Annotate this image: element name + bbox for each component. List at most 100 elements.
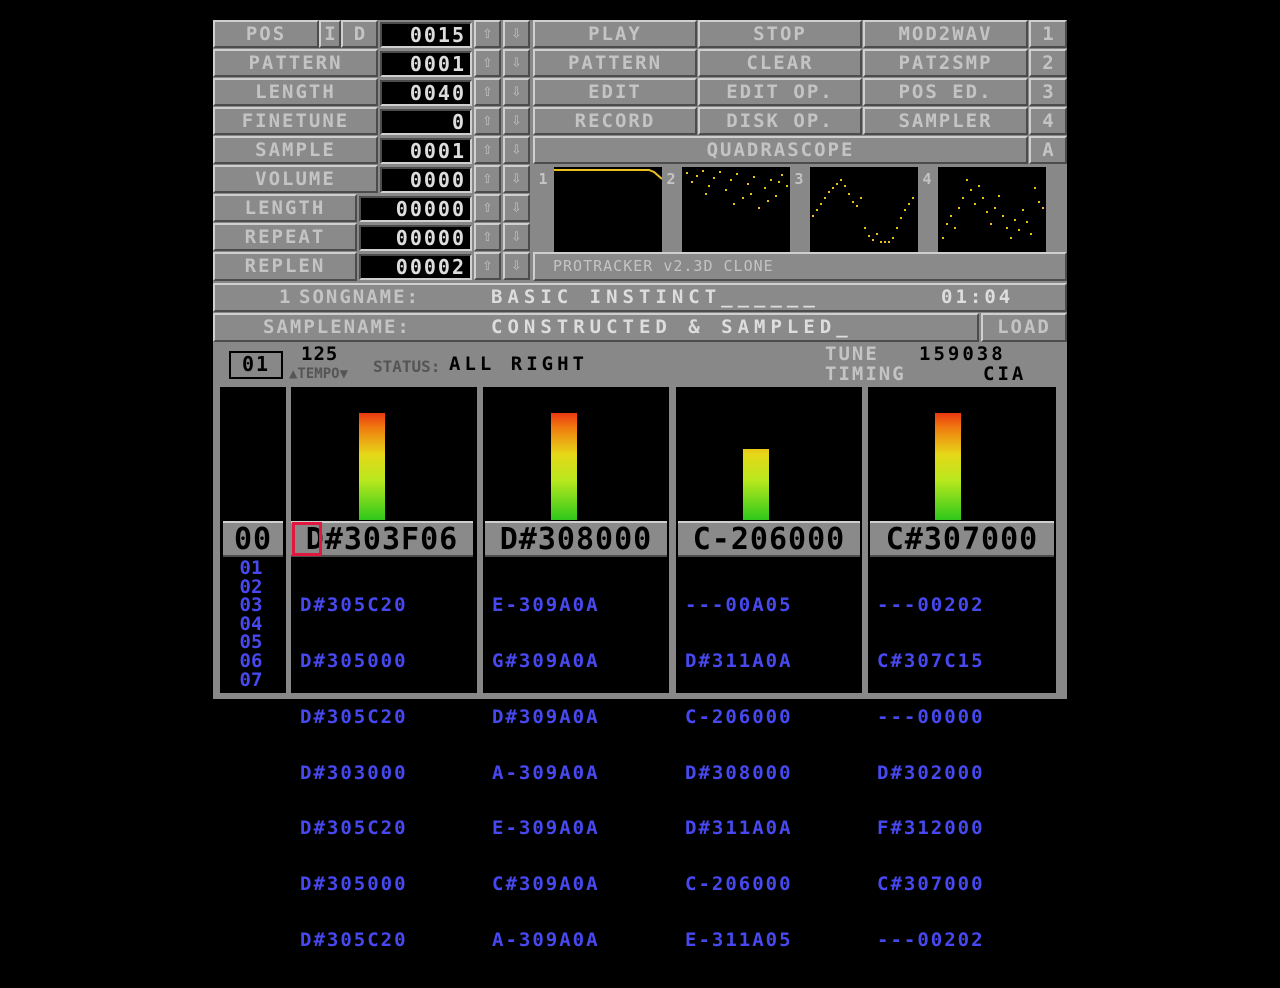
table-row[interactable]: D#302000 bbox=[877, 763, 985, 783]
current-row-channel-2[interactable]: D#308000 bbox=[485, 521, 667, 557]
table-row[interactable]: C#307C15 bbox=[877, 652, 985, 671]
edit-button[interactable]: EDIT bbox=[533, 78, 697, 106]
table-row[interactable]: G#309A0A bbox=[492, 652, 600, 671]
pattern-down-arrow-icon[interactable]: ⇩ bbox=[503, 49, 530, 77]
table-row[interactable]: D#305C20 bbox=[300, 931, 408, 950]
pattern-up-arrow-icon[interactable]: ⇧ bbox=[474, 49, 501, 77]
table-row[interactable]: D#303000 bbox=[300, 763, 408, 783]
table-row[interactable]: C-206000 bbox=[685, 875, 793, 894]
table-row[interactable]: D#305C20 bbox=[300, 596, 408, 615]
length-up-arrow-icon[interactable]: ⇧ bbox=[474, 78, 501, 106]
screen-1-button[interactable]: 1 bbox=[1029, 20, 1067, 48]
finetune-value[interactable]: 0 bbox=[380, 109, 472, 135]
length-value[interactable]: 0040 bbox=[380, 80, 472, 106]
table-row[interactable]: ---00202 bbox=[877, 596, 985, 615]
stop-button[interactable]: STOP bbox=[698, 20, 862, 48]
insert-button[interactable]: I bbox=[319, 20, 341, 48]
play-button[interactable]: PLAY bbox=[533, 20, 697, 48]
edit-op-button[interactable]: EDIT OP. bbox=[698, 78, 862, 106]
samplename-value[interactable]: CONSTRUCTED & SAMPLED_ bbox=[491, 315, 853, 340]
length-label: LENGTH bbox=[213, 78, 378, 106]
repeat-down-arrow-icon[interactable]: ⇩ bbox=[503, 223, 530, 251]
screen-3-button[interactable]: 3 bbox=[1029, 78, 1067, 106]
samplename-label: SAMPLENAME: bbox=[263, 316, 411, 338]
version-banner: PROTRACKER v2.3D CLONE bbox=[533, 252, 1067, 281]
pos-down-arrow-icon[interactable]: ⇩ bbox=[503, 20, 530, 48]
scope-channel-1-label: 1 bbox=[538, 170, 548, 188]
sampler-button[interactable]: SAMPLER bbox=[863, 107, 1028, 135]
load-button[interactable]: LOAD bbox=[981, 313, 1067, 342]
table-row[interactable]: D#305000 bbox=[300, 875, 408, 894]
table-row[interactable]: A-309A0A bbox=[492, 931, 600, 950]
quadrascope-button[interactable]: QUADRASCOPE bbox=[533, 136, 1028, 164]
repeat-value[interactable]: 00000 bbox=[359, 225, 472, 251]
pos-ed-button[interactable]: POS ED. bbox=[863, 78, 1028, 106]
timing-value: CIA bbox=[983, 363, 1027, 385]
songname-value[interactable]: BASIC INSTINCT______ bbox=[491, 285, 820, 310]
table-row[interactable]: D#308000 bbox=[685, 763, 793, 783]
disk-op-button[interactable]: DISK OP. bbox=[698, 107, 862, 135]
row-numbers: 01 02 03 04 05 06 07 bbox=[223, 559, 279, 689]
record-button[interactable]: RECORD bbox=[533, 107, 697, 135]
channel-4-rows[interactable]: ---00202 C#307C15 ---00000 D#302000 F#31… bbox=[877, 559, 985, 987]
screen-4-button[interactable]: 4 bbox=[1029, 107, 1067, 135]
pattern-label: PATTERN bbox=[213, 49, 378, 77]
clear-button[interactable]: CLEAR bbox=[698, 49, 862, 77]
table-row[interactable]: ---00000 bbox=[877, 707, 985, 727]
table-row[interactable]: F#312000 bbox=[877, 819, 985, 838]
finetune-up-arrow-icon[interactable]: ⇧ bbox=[474, 107, 501, 135]
sample-up-arrow-icon[interactable]: ⇧ bbox=[474, 136, 501, 164]
table-row[interactable]: E-309A0A bbox=[492, 819, 600, 838]
quadrascope-toggle-button[interactable]: A bbox=[1029, 136, 1067, 164]
pattern-value[interactable]: 0001 bbox=[380, 51, 472, 77]
tempo-label[interactable]: ▲TEMPO▼ bbox=[289, 362, 348, 387]
vu-meter-2 bbox=[551, 413, 577, 520]
screen-2-button[interactable]: 2 bbox=[1029, 49, 1067, 77]
pattern-play-button[interactable]: PATTERN bbox=[533, 49, 697, 77]
pat2smp-button[interactable]: PAT2SMP bbox=[863, 49, 1028, 77]
row-number: 03 bbox=[239, 594, 263, 617]
scope-channel-4-label: 4 bbox=[922, 170, 932, 188]
octave-value[interactable]: 01 bbox=[229, 351, 283, 379]
table-row[interactable]: E-309A0A bbox=[492, 596, 600, 615]
delete-button[interactable]: D bbox=[341, 20, 378, 48]
replen-up-arrow-icon[interactable]: ⇧ bbox=[474, 252, 501, 280]
channel-3-rows[interactable]: ---00A05 D#311A0A C-206000 D#308000 D#31… bbox=[685, 559, 793, 987]
scope-channel-3-label: 3 bbox=[794, 170, 804, 188]
mod2wav-button[interactable]: MOD2WAV bbox=[863, 20, 1028, 48]
repeat-up-arrow-icon[interactable]: ⇧ bbox=[474, 223, 501, 251]
table-row[interactable]: D#305000 bbox=[300, 652, 408, 671]
replen-down-arrow-icon[interactable]: ⇩ bbox=[503, 252, 530, 280]
table-row[interactable]: A-309A0A bbox=[492, 763, 600, 783]
pos-up-arrow-icon[interactable]: ⇧ bbox=[474, 20, 501, 48]
table-row[interactable]: ---00202 bbox=[877, 931, 985, 950]
sample-length-value[interactable]: 00000 bbox=[359, 196, 472, 222]
table-row[interactable]: C#307000 bbox=[877, 875, 985, 894]
table-row[interactable]: E-311A05 bbox=[685, 931, 793, 950]
table-row[interactable]: D#305C20 bbox=[300, 819, 408, 838]
table-row[interactable]: C-206000 bbox=[685, 707, 793, 727]
sample-length-label: LENGTH bbox=[213, 194, 357, 222]
sample-value[interactable]: 0001 bbox=[380, 138, 472, 164]
replen-value[interactable]: 00002 bbox=[359, 254, 472, 280]
current-row-channel-4[interactable]: C#307000 bbox=[870, 521, 1054, 557]
pos-value[interactable]: 0015 bbox=[380, 22, 472, 48]
volume-value[interactable]: 0000 bbox=[380, 167, 472, 193]
volume-down-arrow-icon[interactable]: ⇩ bbox=[503, 165, 530, 193]
sample-length-down-arrow-icon[interactable]: ⇩ bbox=[503, 194, 530, 222]
current-row-channel-3[interactable]: C-206000 bbox=[678, 521, 860, 557]
table-row[interactable]: C#309A0A bbox=[492, 875, 600, 894]
finetune-down-arrow-icon[interactable]: ⇩ bbox=[503, 107, 530, 135]
length-down-arrow-icon[interactable]: ⇩ bbox=[503, 78, 530, 106]
table-row[interactable]: D#305C20 bbox=[300, 707, 408, 727]
status-value: ALL RIGHT bbox=[449, 353, 588, 375]
table-row[interactable]: D#309A0A bbox=[492, 707, 600, 727]
channel-1-rows[interactable]: D#305C20 D#305000 D#305C20 D#303000 D#30… bbox=[300, 559, 408, 987]
channel-2-rows[interactable]: E-309A0A G#309A0A D#309A0A A-309A0A E-30… bbox=[492, 559, 600, 987]
sample-down-arrow-icon[interactable]: ⇩ bbox=[503, 136, 530, 164]
volume-up-arrow-icon[interactable]: ⇧ bbox=[474, 165, 501, 193]
table-row[interactable]: D#311A0A bbox=[685, 652, 793, 671]
table-row[interactable]: ---00A05 bbox=[685, 596, 793, 615]
table-row[interactable]: D#311A0A bbox=[685, 819, 793, 838]
sample-length-up-arrow-icon[interactable]: ⇧ bbox=[474, 194, 501, 222]
